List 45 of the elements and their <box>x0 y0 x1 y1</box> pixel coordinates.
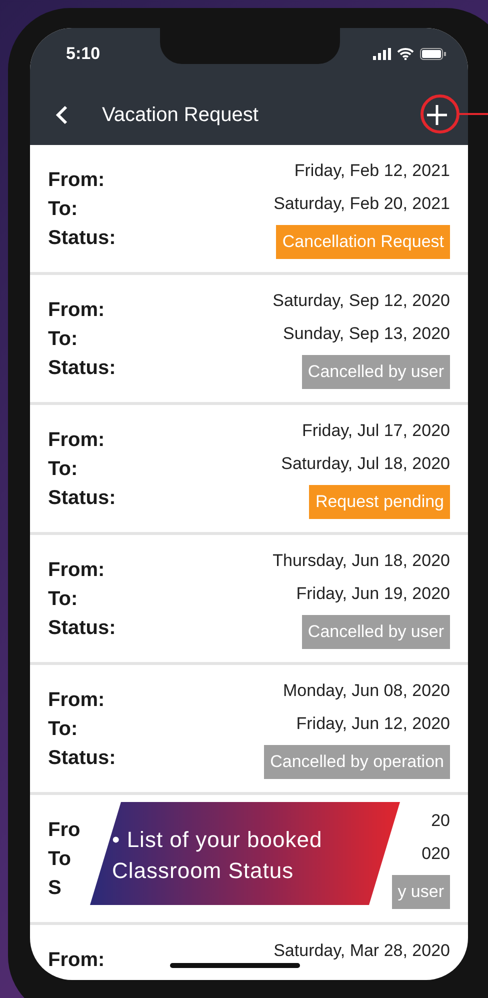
from-label: From: <box>48 689 106 712</box>
from-label: From: <box>48 949 105 972</box>
status-badge: Cancelled by user <box>302 355 450 389</box>
from-date: 20 <box>431 810 450 832</box>
to-date: Sunday, Sep 13, 2020 <box>283 323 450 345</box>
status-label: Status: <box>48 487 116 510</box>
to-date: Friday, Jun 12, 2020 <box>296 713 450 735</box>
status-label: Status: <box>48 617 116 640</box>
status-badge: Cancelled by operation <box>264 745 450 779</box>
to-label: To <box>48 848 72 871</box>
to-date: Saturday, Feb 20, 2021 <box>274 193 450 215</box>
from-date: Saturday, Sep 12, 2020 <box>272 290 450 312</box>
from-date: Monday, Jun 08, 2020 <box>283 680 450 702</box>
status-badge: y user <box>392 875 450 909</box>
status-label: Status: <box>48 747 116 770</box>
battery-icon <box>420 48 446 60</box>
status-badge: Request pending <box>309 485 450 519</box>
from-date: Friday, Jul 17, 2020 <box>302 420 450 442</box>
from-date: Friday, Feb 12, 2021 <box>294 160 450 182</box>
from-date: Thursday, Jun 18, 2020 <box>272 550 450 572</box>
to-date: 020 <box>422 843 450 865</box>
to-label: To: <box>48 458 79 481</box>
from-label: From: <box>48 429 106 452</box>
to-label: To: <box>48 718 79 741</box>
add-button[interactable] <box>424 102 450 128</box>
to-date: Saturday, Jul 18, 2020 <box>281 453 450 475</box>
from-label: From: <box>48 559 106 582</box>
to-label: To: <box>48 198 79 221</box>
wifi-icon <box>397 48 414 60</box>
status-badge: Cancellation Request <box>276 225 450 259</box>
callout-marker <box>418 93 488 135</box>
from-label: From: <box>48 169 106 192</box>
to-date: Friday, Jun 19, 2020 <box>296 583 450 605</box>
status-label: Status: <box>48 357 116 380</box>
from-label: From: <box>48 299 106 322</box>
status-label: S <box>48 877 62 900</box>
status-badge: Cancelled by user <box>302 615 450 649</box>
from-date: Saturday, Mar 28, 2020 <box>274 940 450 962</box>
screen-title: Vacation Request <box>102 104 260 126</box>
from-label: Fro <box>48 819 80 842</box>
to-label: To: <box>48 328 79 351</box>
signal-icon <box>373 48 391 60</box>
status-time: 5:10 <box>66 44 100 64</box>
status-label: Status: <box>48 227 116 250</box>
to-label: To: <box>48 588 79 611</box>
